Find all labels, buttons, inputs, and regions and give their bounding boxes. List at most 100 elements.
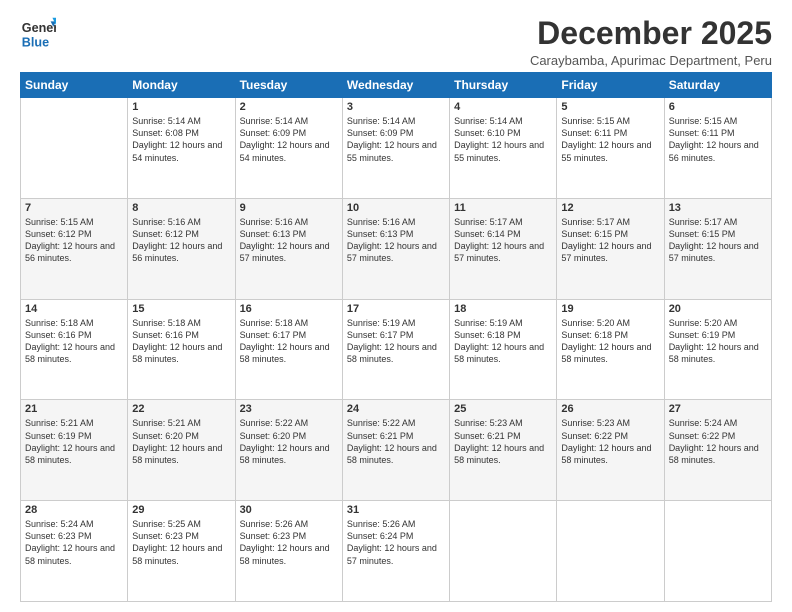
day-number: 2 — [240, 101, 338, 113]
col-wednesday: Wednesday — [342, 73, 449, 98]
cell-text: Sunrise: 5:14 AMSunset: 6:08 PMDaylight:… — [132, 116, 222, 162]
day-number: 21 — [25, 403, 123, 415]
cell-text: Sunrise: 5:17 AMSunset: 6:14 PMDaylight:… — [454, 217, 544, 263]
calendar-cell — [21, 98, 128, 199]
day-number: 22 — [132, 403, 230, 415]
calendar-cell: 11 Sunrise: 5:17 AMSunset: 6:14 PMDaylig… — [450, 198, 557, 299]
day-number: 27 — [669, 403, 767, 415]
calendar-cell: 31 Sunrise: 5:26 AMSunset: 6:24 PMDaylig… — [342, 501, 449, 602]
col-monday: Monday — [128, 73, 235, 98]
cell-text: Sunrise: 5:15 AMSunset: 6:12 PMDaylight:… — [25, 217, 115, 263]
calendar-cell: 12 Sunrise: 5:17 AMSunset: 6:15 PMDaylig… — [557, 198, 664, 299]
day-number: 13 — [669, 202, 767, 214]
calendar-table: Sunday Monday Tuesday Wednesday Thursday… — [20, 72, 772, 602]
cell-text: Sunrise: 5:26 AMSunset: 6:24 PMDaylight:… — [347, 519, 437, 565]
calendar-cell: 6 Sunrise: 5:15 AMSunset: 6:11 PMDayligh… — [664, 98, 771, 199]
cell-text: Sunrise: 5:16 AMSunset: 6:13 PMDaylight:… — [240, 217, 330, 263]
day-number: 23 — [240, 403, 338, 415]
calendar-cell — [450, 501, 557, 602]
day-number: 6 — [669, 101, 767, 113]
cell-text: Sunrise: 5:15 AMSunset: 6:11 PMDaylight:… — [561, 116, 651, 162]
calendar-cell — [664, 501, 771, 602]
cell-text: Sunrise: 5:14 AMSunset: 6:09 PMDaylight:… — [240, 116, 330, 162]
calendar-cell: 10 Sunrise: 5:16 AMSunset: 6:13 PMDaylig… — [342, 198, 449, 299]
col-tuesday: Tuesday — [235, 73, 342, 98]
day-number: 18 — [454, 303, 552, 315]
calendar-cell: 21 Sunrise: 5:21 AMSunset: 6:19 PMDaylig… — [21, 400, 128, 501]
cell-text: Sunrise: 5:20 AMSunset: 6:19 PMDaylight:… — [669, 318, 759, 364]
cell-text: Sunrise: 5:19 AMSunset: 6:18 PMDaylight:… — [454, 318, 544, 364]
cell-text: Sunrise: 5:19 AMSunset: 6:17 PMDaylight:… — [347, 318, 437, 364]
calendar-cell: 19 Sunrise: 5:20 AMSunset: 6:18 PMDaylig… — [557, 299, 664, 400]
day-number: 19 — [561, 303, 659, 315]
logo: General Blue — [20, 16, 56, 52]
day-number: 28 — [25, 504, 123, 516]
day-number: 1 — [132, 101, 230, 113]
day-number: 3 — [347, 101, 445, 113]
calendar-page: General Blue December 2025 Caraybamba, A… — [0, 0, 792, 612]
cell-text: Sunrise: 5:24 AMSunset: 6:22 PMDaylight:… — [669, 418, 759, 464]
cell-text: Sunrise: 5:17 AMSunset: 6:15 PMDaylight:… — [669, 217, 759, 263]
cell-text: Sunrise: 5:23 AMSunset: 6:22 PMDaylight:… — [561, 418, 651, 464]
day-number: 31 — [347, 504, 445, 516]
calendar-cell: 8 Sunrise: 5:16 AMSunset: 6:12 PMDayligh… — [128, 198, 235, 299]
calendar-cell: 23 Sunrise: 5:22 AMSunset: 6:20 PMDaylig… — [235, 400, 342, 501]
cell-text: Sunrise: 5:18 AMSunset: 6:16 PMDaylight:… — [132, 318, 222, 364]
cell-text: Sunrise: 5:16 AMSunset: 6:13 PMDaylight:… — [347, 217, 437, 263]
calendar-cell: 13 Sunrise: 5:17 AMSunset: 6:15 PMDaylig… — [664, 198, 771, 299]
day-number: 5 — [561, 101, 659, 113]
calendar-cell: 18 Sunrise: 5:19 AMSunset: 6:18 PMDaylig… — [450, 299, 557, 400]
day-number: 17 — [347, 303, 445, 315]
day-number: 20 — [669, 303, 767, 315]
calendar-cell: 9 Sunrise: 5:16 AMSunset: 6:13 PMDayligh… — [235, 198, 342, 299]
calendar-cell: 30 Sunrise: 5:26 AMSunset: 6:23 PMDaylig… — [235, 501, 342, 602]
calendar-cell: 2 Sunrise: 5:14 AMSunset: 6:09 PMDayligh… — [235, 98, 342, 199]
top-section: General Blue December 2025 Caraybamba, A… — [20, 16, 772, 68]
cell-text: Sunrise: 5:24 AMSunset: 6:23 PMDaylight:… — [25, 519, 115, 565]
cell-text: Sunrise: 5:22 AMSunset: 6:20 PMDaylight:… — [240, 418, 330, 464]
cell-text: Sunrise: 5:14 AMSunset: 6:10 PMDaylight:… — [454, 116, 544, 162]
cell-text: Sunrise: 5:21 AMSunset: 6:20 PMDaylight:… — [132, 418, 222, 464]
week-row-3: 14 Sunrise: 5:18 AMSunset: 6:16 PMDaylig… — [21, 299, 772, 400]
week-row-1: 1 Sunrise: 5:14 AMSunset: 6:08 PMDayligh… — [21, 98, 772, 199]
day-number: 26 — [561, 403, 659, 415]
calendar-cell: 25 Sunrise: 5:23 AMSunset: 6:21 PMDaylig… — [450, 400, 557, 501]
calendar-cell: 3 Sunrise: 5:14 AMSunset: 6:09 PMDayligh… — [342, 98, 449, 199]
logo-icon: General Blue — [20, 16, 56, 52]
day-number: 12 — [561, 202, 659, 214]
calendar-cell: 24 Sunrise: 5:22 AMSunset: 6:21 PMDaylig… — [342, 400, 449, 501]
day-number: 29 — [132, 504, 230, 516]
day-number: 10 — [347, 202, 445, 214]
calendar-cell: 28 Sunrise: 5:24 AMSunset: 6:23 PMDaylig… — [21, 501, 128, 602]
col-thursday: Thursday — [450, 73, 557, 98]
day-number: 24 — [347, 403, 445, 415]
cell-text: Sunrise: 5:22 AMSunset: 6:21 PMDaylight:… — [347, 418, 437, 464]
cell-text: Sunrise: 5:21 AMSunset: 6:19 PMDaylight:… — [25, 418, 115, 464]
calendar-cell: 5 Sunrise: 5:15 AMSunset: 6:11 PMDayligh… — [557, 98, 664, 199]
header-right: December 2025 Caraybamba, Apurimac Depar… — [530, 16, 772, 68]
day-number: 14 — [25, 303, 123, 315]
day-number: 25 — [454, 403, 552, 415]
calendar-cell: 20 Sunrise: 5:20 AMSunset: 6:19 PMDaylig… — [664, 299, 771, 400]
calendar-cell: 26 Sunrise: 5:23 AMSunset: 6:22 PMDaylig… — [557, 400, 664, 501]
day-number: 16 — [240, 303, 338, 315]
cell-text: Sunrise: 5:25 AMSunset: 6:23 PMDaylight:… — [132, 519, 222, 565]
cell-text: Sunrise: 5:14 AMSunset: 6:09 PMDaylight:… — [347, 116, 437, 162]
calendar-cell: 7 Sunrise: 5:15 AMSunset: 6:12 PMDayligh… — [21, 198, 128, 299]
calendar-cell: 22 Sunrise: 5:21 AMSunset: 6:20 PMDaylig… — [128, 400, 235, 501]
cell-text: Sunrise: 5:18 AMSunset: 6:17 PMDaylight:… — [240, 318, 330, 364]
week-row-2: 7 Sunrise: 5:15 AMSunset: 6:12 PMDayligh… — [21, 198, 772, 299]
cell-text: Sunrise: 5:18 AMSunset: 6:16 PMDaylight:… — [25, 318, 115, 364]
day-number: 7 — [25, 202, 123, 214]
cell-text: Sunrise: 5:16 AMSunset: 6:12 PMDaylight:… — [132, 217, 222, 263]
day-number: 4 — [454, 101, 552, 113]
calendar-cell: 17 Sunrise: 5:19 AMSunset: 6:17 PMDaylig… — [342, 299, 449, 400]
day-number: 15 — [132, 303, 230, 315]
calendar-cell — [557, 501, 664, 602]
calendar-cell: 4 Sunrise: 5:14 AMSunset: 6:10 PMDayligh… — [450, 98, 557, 199]
col-sunday: Sunday — [21, 73, 128, 98]
day-number: 8 — [132, 202, 230, 214]
day-number: 9 — [240, 202, 338, 214]
location-subtitle: Caraybamba, Apurimac Department, Peru — [530, 53, 772, 68]
week-row-5: 28 Sunrise: 5:24 AMSunset: 6:23 PMDaylig… — [21, 501, 772, 602]
